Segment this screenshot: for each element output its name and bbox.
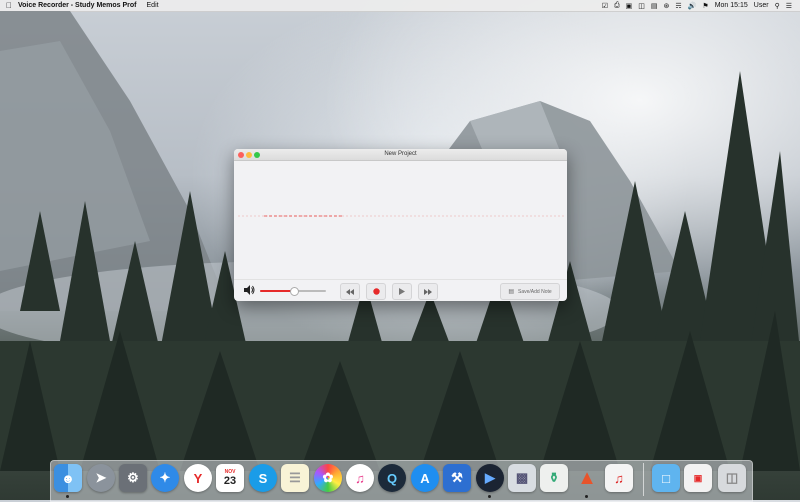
- rewind-icon: [346, 288, 354, 295]
- volume-slider[interactable]: [260, 287, 326, 296]
- dock-quicktime[interactable]: Q: [378, 464, 406, 492]
- preview-icon: ▩: [515, 470, 529, 485]
- play-icon: [399, 288, 405, 295]
- app-window: New Project ▤ Save/Add Note: [234, 149, 567, 301]
- quicktime-icon: Q: [386, 470, 398, 486]
- search-icon[interactable]: ⚲: [775, 2, 780, 10]
- browser-window-icon: ▣: [693, 472, 703, 483]
- record-button[interactable]: [366, 283, 386, 300]
- dock-notes[interactable]: ☰: [281, 464, 309, 492]
- sketch-icon: ▲: [577, 466, 597, 489]
- clipboard-icon[interactable]: ☑: [602, 2, 608, 10]
- gear-icon: ⚙: [127, 470, 139, 485]
- record-icon: [372, 288, 380, 295]
- folder-icon: □: [662, 470, 670, 486]
- window-title: New Project: [384, 151, 417, 157]
- list-icon[interactable]: ☰: [786, 2, 792, 10]
- waveform-area[interactable]: [234, 161, 567, 279]
- music-file-icon: ♫: [614, 470, 624, 486]
- skype-icon: S: [258, 470, 268, 486]
- transport-bar: ▤ Save/Add Note: [234, 279, 567, 301]
- window-titlebar[interactable]: New Project: [234, 149, 567, 161]
- printer-icon[interactable]: ⎙: [614, 2, 620, 10]
- fast-forward-icon: [424, 288, 432, 295]
- dock-launchpad[interactable]: ➤: [87, 464, 115, 492]
- music-note-icon: ♫: [355, 470, 365, 486]
- wifi-icon[interactable]: ☴: [675, 2, 681, 10]
- toolbox-icon[interactable]: ▣: [626, 2, 633, 10]
- photos-icon: ✿: [322, 470, 334, 485]
- zoom-button[interactable]: [254, 151, 260, 158]
- minimize-button[interactable]: [246, 151, 252, 158]
- user-label[interactable]: User: [754, 2, 769, 9]
- status-area: ☑ ⎙ ▣ ◫ ▤ ⊛ ☴ 🔊 ⚑ Mon 15:15 User ⚲ ☰: [602, 2, 800, 10]
- dock-separator: [643, 463, 644, 496]
- volume-slider-fill: [260, 290, 293, 292]
- dock-xcode[interactable]: ⚒: [443, 464, 471, 492]
- app-store-icon: A: [420, 470, 430, 486]
- note-icon: ▤: [508, 289, 515, 295]
- dock-trash[interactable]: ◫: [718, 464, 746, 492]
- play-button[interactable]: [392, 283, 412, 300]
- dock-itunes[interactable]: ♫: [346, 464, 374, 492]
- finder-icon: ☻: [61, 470, 75, 486]
- xcode-icon: ⚒: [451, 470, 463, 485]
- cast-icon[interactable]: ◫: [638, 2, 645, 10]
- running-indicator: [488, 495, 491, 498]
- fast-forward-button[interactable]: [418, 283, 438, 300]
- calendar-day: 23: [223, 474, 237, 487]
- voice-recorder-icon: ▶: [485, 470, 495, 485]
- dock-voice-recorder[interactable]: ▶: [476, 464, 504, 492]
- dock-system-preferences[interactable]: ⚙: [119, 464, 147, 492]
- dock-folder[interactable]: □: [652, 464, 680, 492]
- dock-vase[interactable]: ⚱: [540, 464, 568, 492]
- yandex-icon: Y: [193, 470, 203, 486]
- speaker-icon[interactable]: [242, 283, 256, 297]
- close-button[interactable]: [238, 151, 244, 158]
- notes-icon: ☰: [289, 470, 301, 485]
- volume-icon[interactable]: 🔊: [688, 2, 697, 10]
- volume-slider-knob[interactable]: [289, 287, 299, 296]
- launchpad-icon: ➤: [95, 470, 107, 485]
- apple-icon[interactable]: : [0, 1, 18, 10]
- bluetooth-icon[interactable]: ⊛: [664, 2, 670, 10]
- running-indicator: [585, 495, 588, 498]
- dock-app-store[interactable]: A: [411, 464, 439, 492]
- vase-icon: ⚱: [548, 470, 560, 485]
- dock-preview[interactable]: ▩: [508, 464, 536, 492]
- menu-edit[interactable]: Edit: [147, 2, 159, 9]
- stats-icon[interactable]: ▤: [651, 2, 658, 10]
- running-indicator: [66, 495, 69, 498]
- trash-icon: ◫: [725, 470, 739, 485]
- dock-yandex[interactable]: Y: [184, 464, 212, 492]
- menu-app-name[interactable]: Voice Recorder - Study Memos Prof: [18, 2, 137, 9]
- compass-icon: ✦: [159, 470, 171, 485]
- dock-skype[interactable]: S: [249, 464, 277, 492]
- clock-label[interactable]: Mon 15:15: [715, 2, 748, 9]
- dock-music-maker[interactable]: ♫: [605, 464, 633, 492]
- dock-safari[interactable]: ✦: [151, 464, 179, 492]
- save-add-note-button[interactable]: ▤ Save/Add Note: [500, 283, 560, 300]
- dock-sketch[interactable]: ▲: [573, 464, 601, 492]
- dock-finder[interactable]: ☻: [54, 464, 82, 492]
- dock-calendar[interactable]: NOV 23: [216, 464, 244, 492]
- rewind-button[interactable]: [340, 283, 360, 300]
- save-label: Save/Add Note: [518, 288, 552, 295]
- dock-browser[interactable]: ▣: [684, 464, 712, 492]
- flag-icon[interactable]: ⚑: [702, 2, 708, 10]
- dock-photos[interactable]: ✿: [314, 464, 342, 492]
